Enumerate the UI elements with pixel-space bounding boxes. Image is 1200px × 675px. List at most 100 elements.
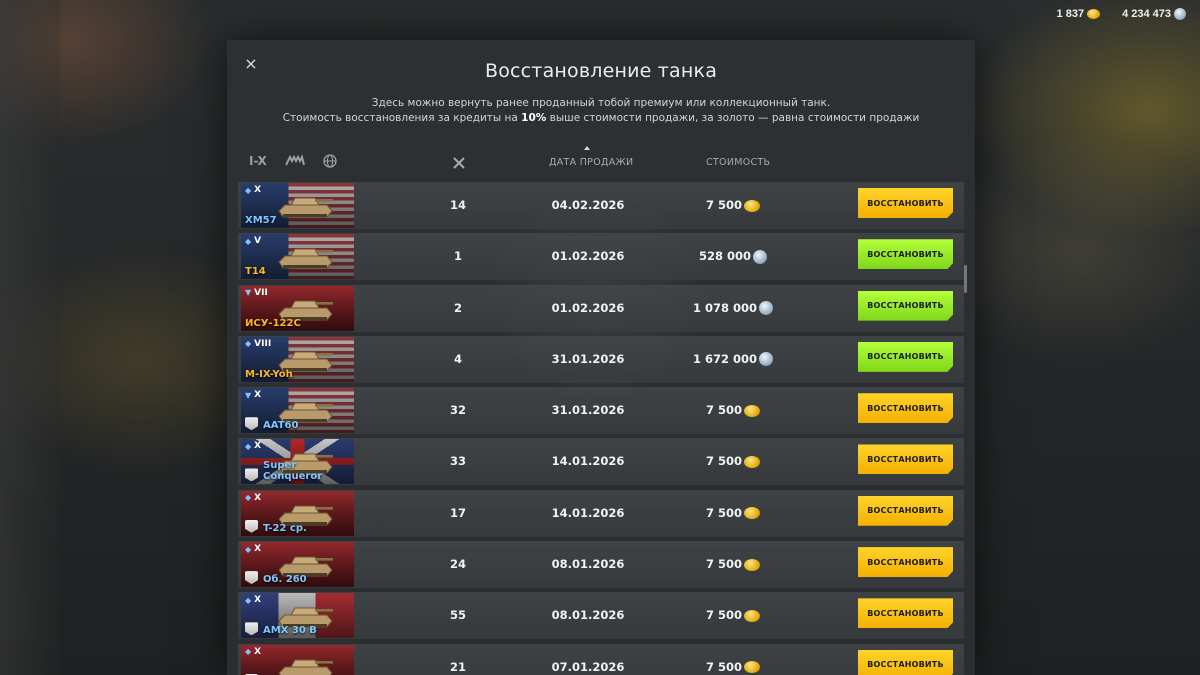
column-header-sale-date[interactable]: ДАТА ПРОДАЖИ xyxy=(549,157,633,168)
tank-row[interactable]: ◆ X 21 07.01.2026 7 500 ВОССТАНОВИТЬ xyxy=(238,643,964,675)
tier-label: ◆ X xyxy=(245,185,261,195)
gold-coin-icon xyxy=(744,199,760,212)
tank-row[interactable]: ◆ V T14 1 01.02.2026 528 000 ВОССТАНОВИТ… xyxy=(238,233,964,281)
battles-count: 1 xyxy=(453,249,462,264)
restore-cost: 528 000 xyxy=(678,233,788,280)
restore-button[interactable]: ВОССТАНОВИТЬ xyxy=(858,239,953,270)
restore-button[interactable]: ВОССТАНОВИТЬ xyxy=(858,188,953,218)
tank-name: AAT60 xyxy=(263,420,299,432)
tank-row[interactable]: ▼ X AAT60 32 31.01.2026 7 500 ВОССТАНОВИ… xyxy=(238,387,964,435)
restore-button[interactable]: ВОССТАНОВИТЬ xyxy=(858,598,953,629)
restore-button[interactable]: ВОССТАНОВИТЬ xyxy=(858,547,953,578)
tank-row[interactable]: ◆ X Об. 260 24 08.01.2026 7 500 ВОССТАНО… xyxy=(238,541,964,589)
gold-balance: 1 837 xyxy=(1057,8,1101,20)
heavy-class-icon: ◆ xyxy=(245,441,252,451)
tank-image xyxy=(278,197,333,218)
tank-card[interactable]: ◆ X T-22 ср. xyxy=(241,490,354,536)
battles-count: 33 xyxy=(449,454,466,469)
scrollbar[interactable] xyxy=(964,265,967,293)
tier-filter[interactable]: I-X xyxy=(249,154,267,168)
tier-number: X xyxy=(254,544,262,555)
sale-date: 08.01.2026 xyxy=(551,608,625,623)
tank-card[interactable]: ◆ X AMX 30 B xyxy=(241,593,354,639)
tank-name: ИСУ-122С xyxy=(245,317,301,329)
tank-card[interactable]: ▼ X AAT60 xyxy=(241,388,354,434)
restore-cost: 7 500 xyxy=(678,490,788,537)
restore-button[interactable]: ВОССТАНОВИТЬ xyxy=(858,290,953,321)
tank-row[interactable]: ▼ VII ИСУ-122С 2 01.02.2026 1 078 000 ВО… xyxy=(238,284,964,332)
heavy-class-icon: ◆ xyxy=(245,339,252,349)
tank-row[interactable]: ◆ X T-22 ср. 17 14.01.2026 7 500 ВОССТАН… xyxy=(238,489,964,537)
crossed-swords-icon[interactable] xyxy=(452,155,466,174)
restore-tank-modal: × Восстановление танка Здесь можно верну… xyxy=(227,40,975,675)
sort-asc-icon xyxy=(584,146,590,150)
tank-type-filter-icon[interactable] xyxy=(284,155,305,167)
tank-card[interactable]: ◆ V T14 xyxy=(241,234,354,280)
cost-value: 1 672 000 xyxy=(692,351,758,366)
cost-value: 7 500 xyxy=(705,198,742,212)
tank-card[interactable]: ◆ X xyxy=(241,644,354,675)
description-line-2-post: выше стоимости продажи, за золото — равн… xyxy=(546,112,920,124)
heavy-class-icon: ◆ xyxy=(245,595,252,605)
restore-button[interactable]: ВОССТАНОВИТЬ xyxy=(858,649,953,675)
description-line-2: Стоимость восстановления за кредиты на 1… xyxy=(227,111,975,126)
gold-coin-icon xyxy=(1087,9,1101,19)
battles-count: 32 xyxy=(449,403,466,418)
restore-button[interactable]: ВОССТАНОВИТЬ xyxy=(858,341,953,372)
tank-name: T14 xyxy=(245,266,266,278)
tank-card[interactable]: ◆ VIII M-IX-Yoh xyxy=(241,336,354,382)
cost-value: 528 000 xyxy=(698,249,751,264)
tier-label: ◆ VIII xyxy=(245,339,271,349)
sale-date: 04.02.2026 xyxy=(551,198,625,212)
tier-number: V xyxy=(254,236,262,247)
tier-label: ◆ X xyxy=(245,595,261,605)
sale-date: 08.01.2026 xyxy=(551,557,625,572)
description-line-2-pre: Стоимость восстановления за кредиты на xyxy=(282,112,522,124)
sale-date: 31.01.2026 xyxy=(551,351,625,366)
tier-number: X xyxy=(254,185,262,195)
tank-image xyxy=(278,248,333,269)
tank-card[interactable]: ▼ VII ИСУ-122С xyxy=(241,285,354,331)
tier-number: X xyxy=(254,492,262,503)
cost-value: 1 078 000 xyxy=(692,300,758,315)
restore-button[interactable]: ВОССТАНОВИТЬ xyxy=(858,495,953,526)
background-side-panel xyxy=(0,0,60,675)
tank-row[interactable]: ◆ X Super Conqueror 33 14.01.2026 7 500 … xyxy=(238,438,964,486)
column-header-cost[interactable]: СТОИМОСТЬ xyxy=(706,157,770,168)
tank-card[interactable]: ◆ X Об. 260 xyxy=(241,542,354,588)
battles-count: 14 xyxy=(449,198,466,212)
med-class-icon: ◆ xyxy=(245,493,252,503)
credits-coin-icon xyxy=(1174,8,1186,20)
gold-coin-icon xyxy=(744,558,760,571)
tank-list: ◆ X XM57 14 04.02.2026 7 500 ВОССТАНОВИТ… xyxy=(238,182,964,675)
restore-button[interactable]: ВОССТАНОВИТЬ xyxy=(858,393,953,424)
gold-amount: 1 837 xyxy=(1056,8,1085,20)
gold-coin-icon xyxy=(744,609,760,622)
restore-cost: 1 672 000 xyxy=(678,336,788,383)
restore-cost: 7 500 xyxy=(678,541,788,588)
tank-name: Об. 260 xyxy=(263,574,307,586)
cost-value: 7 500 xyxy=(705,659,742,674)
tank-card[interactable]: ◆ X XM57 xyxy=(241,183,354,228)
tank-card[interactable]: ◆ X Super Conqueror xyxy=(241,439,354,485)
tier-label: ◆ X xyxy=(245,544,261,554)
battles-count: 21 xyxy=(449,659,466,674)
tank-name: XM57 xyxy=(245,215,277,226)
tank-row[interactable]: ◆ VIII M-IX-Yoh 4 31.01.2026 1 672 000 В… xyxy=(238,335,964,383)
credits-coin-icon xyxy=(759,352,774,367)
td-class-icon: ▼ xyxy=(245,288,252,298)
gold-coin-icon xyxy=(744,507,760,520)
gold-coin-icon xyxy=(744,455,760,468)
tank-row[interactable]: ◆ X AMX 30 B 55 08.01.2026 7 500 ВОССТАН… xyxy=(238,592,964,640)
cost-value: 7 500 xyxy=(705,454,742,469)
heavy-class-icon: ◆ xyxy=(245,236,252,246)
sale-date: 01.02.2026 xyxy=(551,300,625,315)
gold-coin-icon xyxy=(744,661,760,674)
heavy-class-icon: ◆ xyxy=(245,544,252,554)
restore-button[interactable]: ВОССТАНОВИТЬ xyxy=(858,444,953,475)
globe-icon[interactable] xyxy=(323,154,337,168)
tier-number: X xyxy=(254,646,262,657)
tank-name: AMX 30 B xyxy=(263,625,317,637)
tank-row[interactable]: ◆ X XM57 14 04.02.2026 7 500 ВОССТАНОВИТ… xyxy=(238,182,964,229)
description-percent: 10% xyxy=(521,112,547,124)
